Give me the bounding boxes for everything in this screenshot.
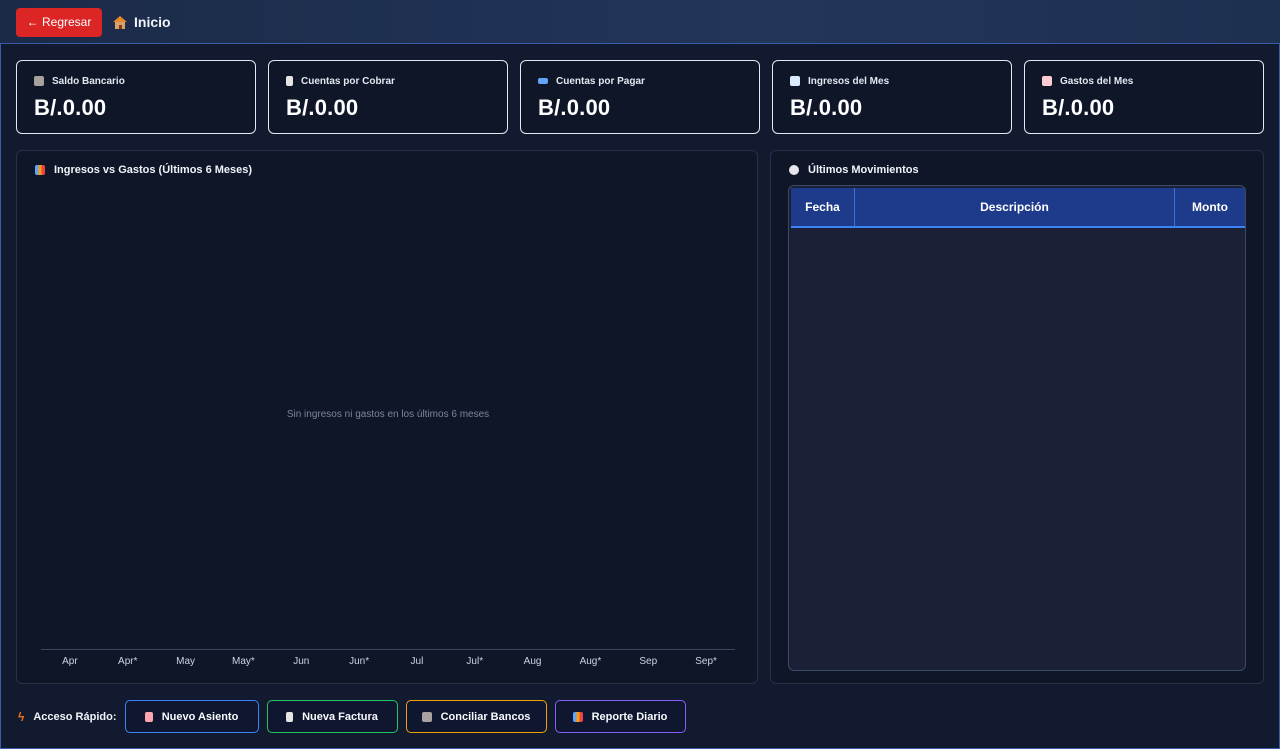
back-button[interactable]: ← Regresar bbox=[16, 7, 102, 37]
reconcile-banks-button[interactable]: Conciliar Bancos bbox=[405, 700, 547, 733]
chart-empty-message: Sin ingresos ni gastos en los últimos 6 … bbox=[286, 409, 490, 420]
button-label: Nuevo Asiento bbox=[161, 710, 239, 723]
button-label: Conciliar Bancos bbox=[440, 710, 531, 723]
top-bar: ← Regresar Inicio bbox=[0, 0, 1280, 44]
column-header-descripcion[interactable]: Descripción bbox=[854, 188, 1174, 226]
quick-access-label: ϟ Acceso Rápido: bbox=[18, 710, 117, 724]
home-breadcrumb[interactable]: Inicio bbox=[113, 14, 171, 30]
daily-report-button[interactable]: Reporte Diario bbox=[554, 700, 686, 733]
house-icon bbox=[113, 15, 127, 29]
summary-cards: Saldo Bancario B/.0.00 Cuentas por Cobra… bbox=[16, 60, 1264, 134]
button-label: Nueva Factura bbox=[302, 710, 378, 723]
card-cuentas-por-cobrar: Cuentas por Cobrar B/.0.00 bbox=[268, 60, 508, 134]
card-title: Ingresos del Mes bbox=[790, 75, 1011, 87]
card-saldo-bancario: Saldo Bancario B/.0.00 bbox=[16, 60, 256, 134]
chart-panel-title: Ingresos vs Gastos (Últimos 6 Meses) bbox=[35, 164, 252, 176]
receipt-icon bbox=[286, 76, 293, 86]
x-axis-line bbox=[41, 649, 735, 650]
x-tick-label: Sep* bbox=[695, 656, 717, 667]
card-title-label: Cuentas por Cobrar bbox=[301, 75, 395, 87]
quick-access-text: Acceso Rápido: bbox=[33, 710, 117, 723]
quick-access-bar: ϟ Acceso Rápido: Nuevo Asiento Nueva Fac… bbox=[18, 700, 694, 733]
movements-table: Fecha Descripción Monto bbox=[788, 185, 1246, 671]
x-tick-label: Sep bbox=[639, 656, 658, 667]
x-tick-label: Jul bbox=[410, 656, 424, 667]
bank-icon bbox=[34, 76, 44, 86]
card-title: Cuentas por Cobrar bbox=[286, 75, 507, 87]
x-tick-label: Aug bbox=[523, 656, 542, 667]
x-tick-label: Aug* bbox=[579, 656, 602, 667]
chart-panel: Ingresos vs Gastos (Últimos 6 Meses) Sin… bbox=[16, 150, 758, 684]
x-tick-label: May* bbox=[232, 656, 255, 667]
document-icon bbox=[144, 711, 153, 722]
table-header: Fecha Descripción Monto bbox=[791, 188, 1245, 228]
chart-down-icon bbox=[1042, 76, 1052, 86]
card-value: B/.0.00 bbox=[538, 95, 611, 120]
x-tick-label: May bbox=[176, 656, 196, 667]
x-tick-label: Apr bbox=[62, 656, 78, 667]
card-title: Saldo Bancario bbox=[34, 75, 255, 87]
button-label: Reporte Diario bbox=[591, 710, 668, 723]
chart-title-label: Ingresos vs Gastos (Últimos 6 Meses) bbox=[54, 164, 253, 176]
home-label: Inicio bbox=[134, 14, 171, 30]
movements-panel: Últimos Movimientos Fecha Descripción Mo… bbox=[770, 150, 1264, 684]
movements-panel-title: Últimos Movimientos bbox=[789, 164, 919, 176]
card-title-label: Ingresos del Mes bbox=[808, 75, 890, 87]
report-icon bbox=[572, 711, 583, 722]
bank-icon bbox=[421, 711, 432, 722]
x-tick-label: Jul* bbox=[466, 656, 484, 667]
card-title-label: Cuentas por Pagar bbox=[556, 75, 645, 87]
card-title: Cuentas por Pagar bbox=[538, 75, 759, 87]
card-gastos-del-mes: Gastos del Mes B/.0.00 bbox=[1024, 60, 1264, 134]
card-icon bbox=[538, 78, 548, 84]
invoice-icon bbox=[286, 711, 294, 722]
movements-title-label: Últimos Movimientos bbox=[808, 164, 919, 176]
column-header-monto[interactable]: Monto bbox=[1174, 188, 1245, 226]
card-title-label: Gastos del Mes bbox=[1060, 75, 1134, 87]
card-value: B/.0.00 bbox=[1042, 95, 1115, 120]
new-invoice-button[interactable]: Nueva Factura bbox=[266, 700, 398, 733]
card-value: B/.0.00 bbox=[790, 95, 863, 120]
chart-up-icon bbox=[790, 76, 800, 86]
column-header-fecha[interactable]: Fecha bbox=[791, 188, 854, 226]
bar-chart-icon bbox=[35, 165, 45, 175]
card-ingresos-del-mes: Ingresos del Mes B/.0.00 bbox=[772, 60, 1012, 134]
card-title: Gastos del Mes bbox=[1042, 75, 1263, 87]
x-tick-label: Apr* bbox=[118, 656, 138, 667]
lightning-icon: ϟ bbox=[18, 709, 25, 724]
clock-icon bbox=[789, 165, 799, 175]
card-cuentas-por-pagar: Cuentas por Pagar B/.0.00 bbox=[520, 60, 760, 134]
new-entry-button[interactable]: Nuevo Asiento bbox=[124, 700, 259, 733]
x-tick-label: Jun bbox=[293, 656, 310, 667]
card-title-label: Saldo Bancario bbox=[52, 75, 125, 87]
card-value: B/.0.00 bbox=[286, 95, 359, 120]
x-tick-label: Jun* bbox=[349, 656, 370, 667]
card-value: B/.0.00 bbox=[34, 95, 107, 120]
